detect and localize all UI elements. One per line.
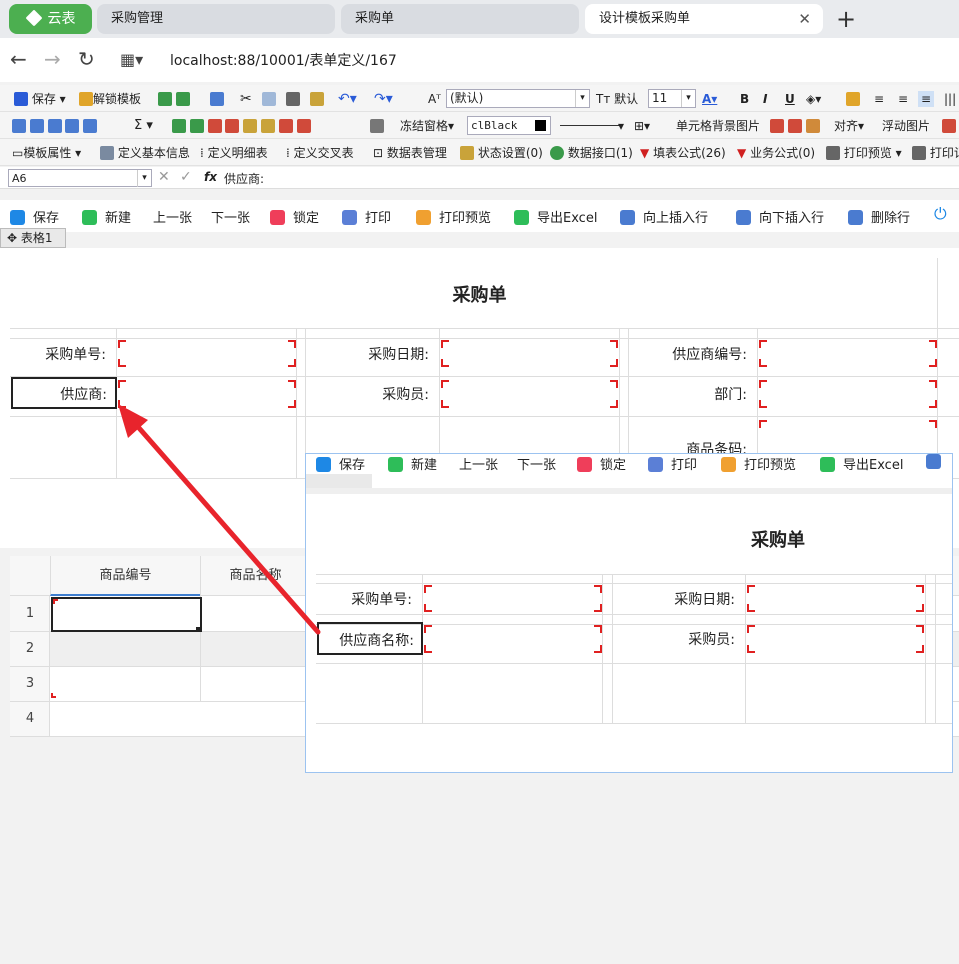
annotation-arrow — [118, 404, 321, 635]
